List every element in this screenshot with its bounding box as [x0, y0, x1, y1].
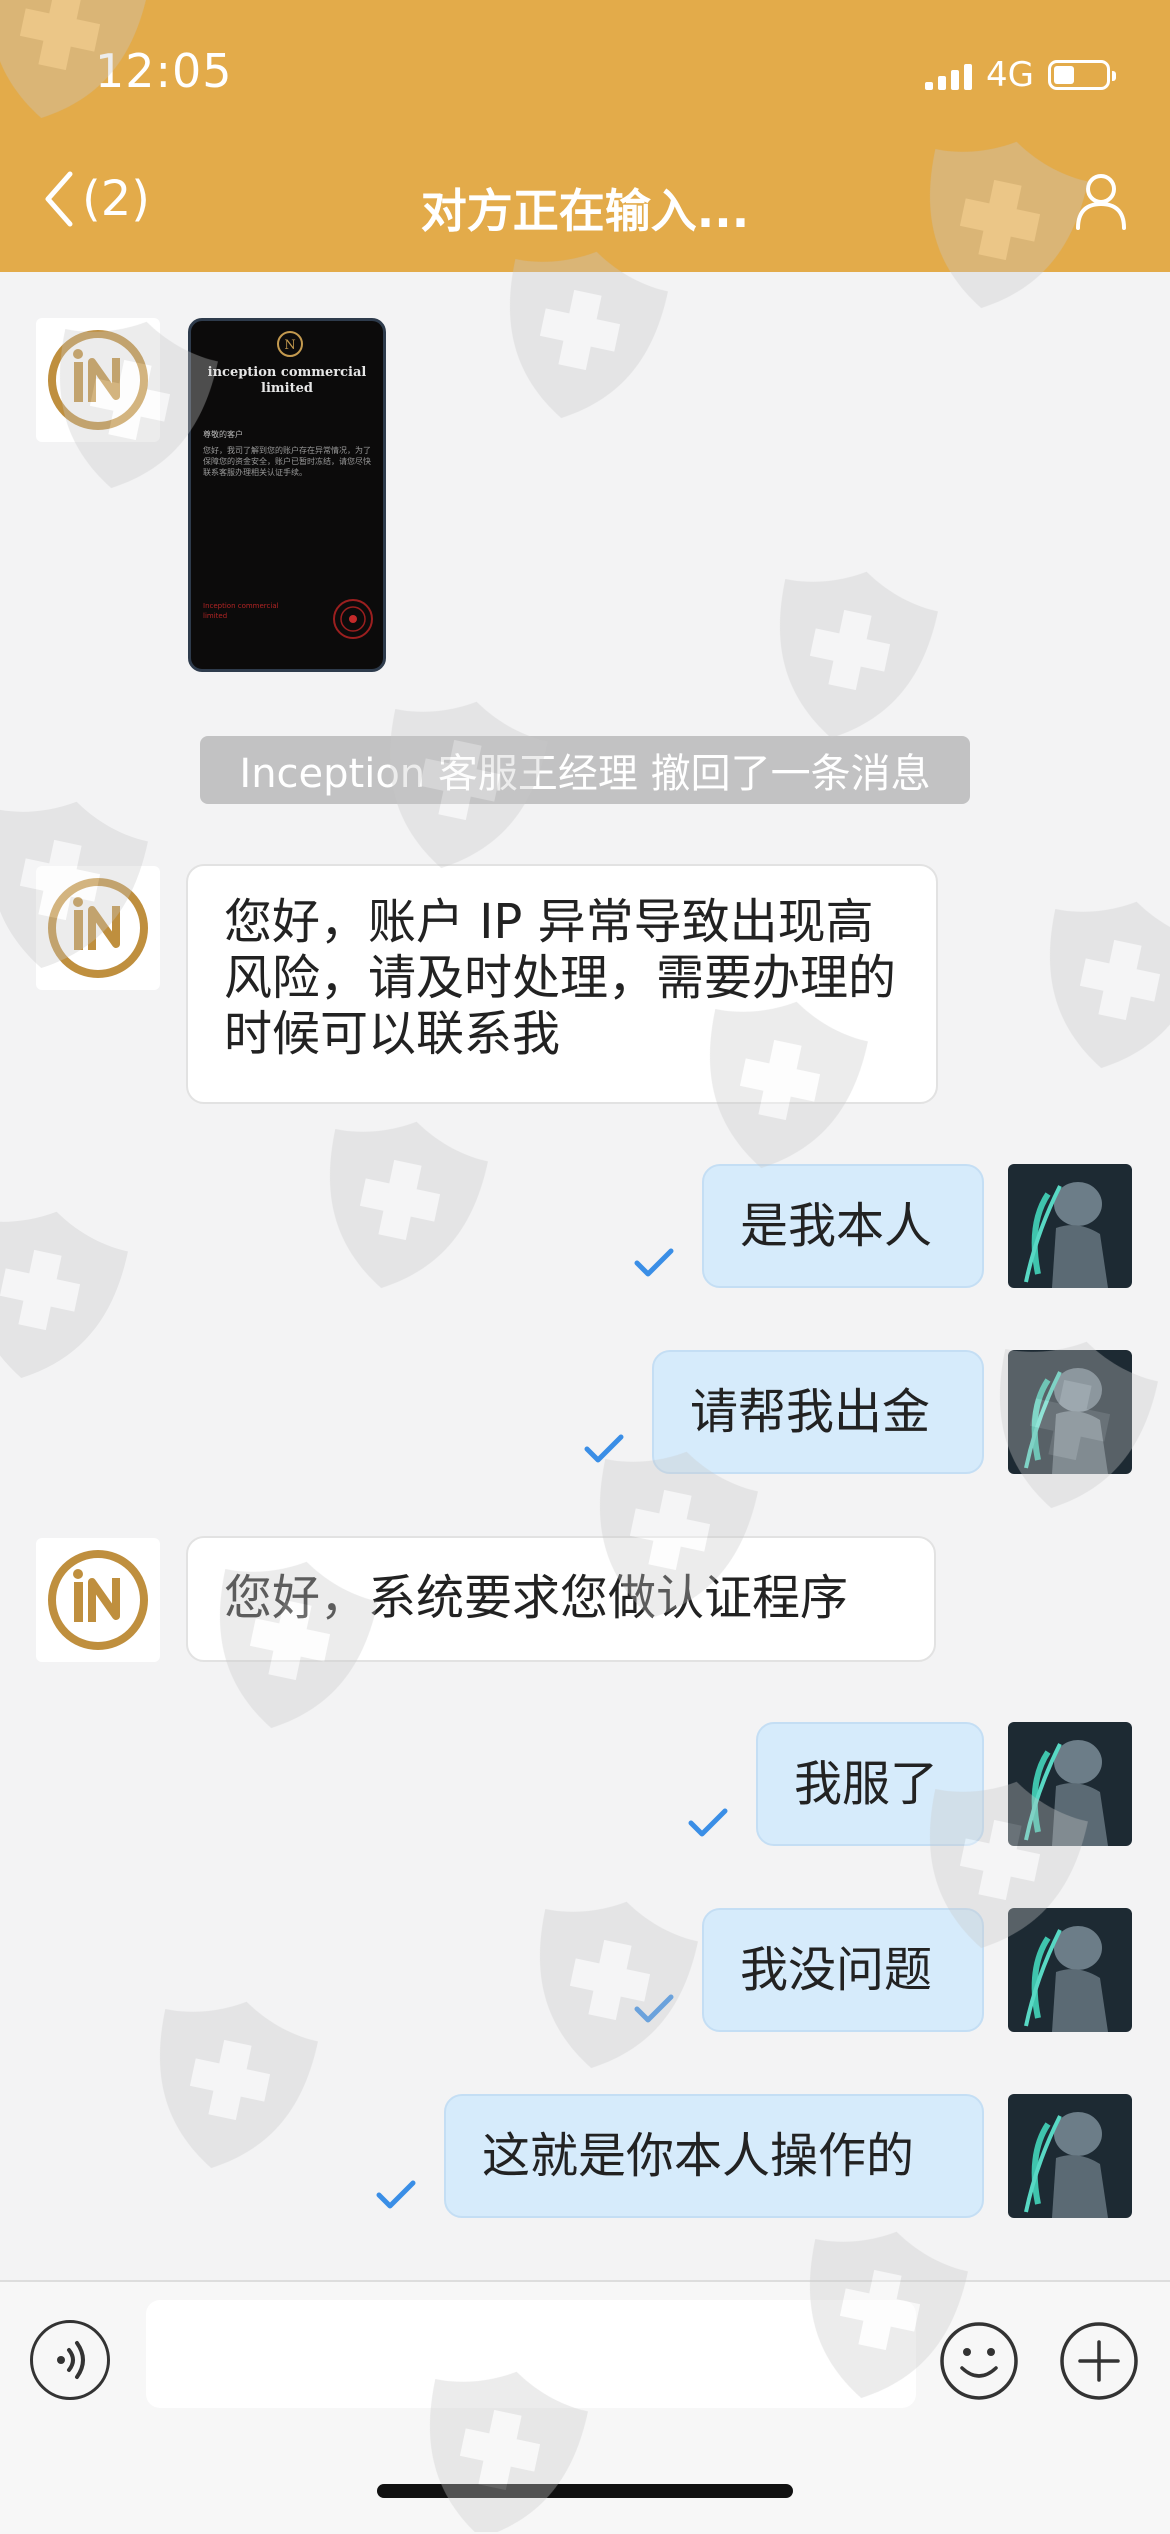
user-avatar[interactable]	[1008, 2094, 1132, 2218]
user-avatar[interactable]	[1008, 1722, 1132, 1846]
message-bubble[interactable]: 我服了	[756, 1722, 984, 1846]
status-time: 12:05	[95, 44, 233, 98]
check-icon	[376, 2180, 416, 2209]
user-avatar[interactable]	[1008, 1350, 1132, 1474]
contact-avatar[interactable]	[36, 318, 160, 442]
svg-text:N: N	[284, 338, 295, 353]
chat-title: 对方正在输入...	[420, 184, 750, 238]
card-logo-icon: N	[277, 331, 303, 357]
inception-logo-icon	[48, 878, 148, 978]
message-bubble[interactable]: 您好，账户 IP 异常导致出现高风险，请及时处理，需要办理的时候可以联系我	[186, 864, 938, 1104]
emoji-button[interactable]	[938, 2320, 1020, 2406]
card-footer: Inception commercial limited	[203, 602, 279, 620]
plus-circle-icon	[1060, 2322, 1138, 2400]
user-avatar-image	[1008, 1350, 1132, 1474]
contact-avatar[interactable]	[36, 1538, 160, 1662]
profile-button[interactable]	[1074, 172, 1128, 234]
check-icon	[584, 1434, 624, 1463]
smiley-icon	[940, 2322, 1018, 2400]
message-bubble[interactable]: 请帮我出金	[652, 1350, 984, 1474]
check-icon	[688, 1808, 728, 1837]
battery-icon	[1048, 60, 1116, 90]
recall-notice: Inception 客服王经理 撤回了一条消息	[200, 736, 970, 804]
card-body: 您好，我司了解到您的账户存在异常情况，为了保障您的资金安全，账户已暂时冻结，请您…	[203, 446, 371, 477]
network-label: 4G	[986, 55, 1034, 95]
check-icon	[634, 1248, 674, 1277]
message-bubble[interactable]: 是我本人	[702, 1164, 984, 1288]
seal-icon	[333, 599, 373, 639]
message-bubble[interactable]: 我没问题	[702, 1908, 984, 2032]
header-bar: 12:05 4G (2) 对方正在输入...	[0, 0, 1170, 272]
message-input[interactable]	[146, 2300, 916, 2408]
home-indicator[interactable]	[377, 2484, 793, 2498]
status-indicators: 4G	[925, 52, 1116, 98]
user-avatar[interactable]	[1008, 1164, 1132, 1288]
inception-logo-icon	[48, 330, 148, 430]
signal-icon	[925, 60, 973, 90]
user-avatar-image	[1008, 1908, 1132, 2032]
user-avatar-image	[1008, 1722, 1132, 1846]
voice-button[interactable]	[30, 2320, 110, 2400]
user-avatar-image	[1008, 1164, 1132, 1288]
contact-avatar[interactable]	[36, 866, 160, 990]
person-icon	[1076, 174, 1126, 230]
card-greeting: 尊敬的客户	[203, 430, 243, 439]
user-avatar-image	[1008, 2094, 1132, 2218]
voice-icon	[57, 2341, 85, 2379]
more-button[interactable]	[1058, 2320, 1140, 2406]
check-icon	[634, 1994, 674, 2023]
image-message[interactable]: N inception commercial limited 尊敬的客户 您好，…	[188, 318, 386, 672]
message-bubble[interactable]: 您好，系统要求您做认证程序	[186, 1536, 936, 1662]
message-bubble[interactable]: 这就是你本人操作的	[444, 2094, 984, 2218]
inception-logo-icon	[48, 1550, 148, 1650]
card-title: inception commercial limited	[207, 365, 367, 396]
user-avatar[interactable]	[1008, 1908, 1132, 2032]
